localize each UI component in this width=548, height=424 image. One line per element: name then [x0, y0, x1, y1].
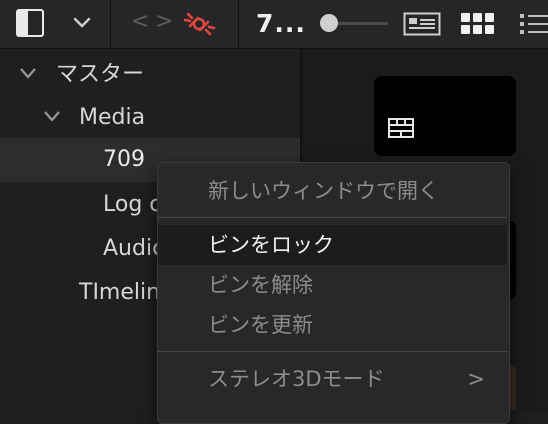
- clip-thumbnail[interactable]: [374, 76, 516, 156]
- menu-separator: [158, 217, 507, 218]
- tree-item-label: TImelin: [79, 280, 161, 305]
- menu-item-unlock-bin[interactable]: ビンを解除: [158, 265, 507, 305]
- context-menu: 新しいウィンドウで開く ビンをロック ビンを解除 ビンを更新 ステレオ3Dモード…: [157, 162, 510, 424]
- tree-item-label: Log c: [103, 192, 162, 217]
- menu-item-label: ビンをロック: [208, 233, 334, 257]
- tree-item-label: 709: [103, 147, 145, 172]
- viewer-icon[interactable]: [403, 12, 441, 36]
- menu-item-open-in-new-window[interactable]: 新しいウィンドウで開く: [158, 171, 507, 211]
- tree-item-master[interactable]: マスター: [0, 53, 300, 97]
- toolbar: < > 7...: [0, 0, 548, 49]
- zoom-slider-thumb[interactable]: [319, 14, 338, 32]
- chevron-right-icon: >: [467, 367, 485, 391]
- menu-item-lock-bin[interactable]: ビンをロック: [158, 225, 507, 265]
- clip-name-title: 7...: [256, 9, 306, 38]
- nav-forward-button[interactable]: >: [155, 9, 173, 34]
- sidebar-toggle-icon[interactable]: [16, 9, 44, 37]
- menu-item-label: ビンを更新: [208, 313, 313, 337]
- tree-item-media[interactable]: Media: [0, 96, 300, 140]
- toolbar-divider: [238, 0, 239, 48]
- nav-back-button[interactable]: <: [131, 9, 149, 34]
- grid-view-icon[interactable]: [460, 12, 496, 36]
- menu-item-label: ステレオ3Dモード: [208, 367, 385, 391]
- tree-item-label: Media: [79, 105, 146, 130]
- chevron-down-icon[interactable]: [18, 66, 38, 82]
- tree-item-label: マスター: [56, 62, 145, 87]
- list-view-icon[interactable]: [518, 12, 548, 36]
- menu-item-label: 新しいウィンドウで開く: [208, 179, 439, 203]
- toolbar-divider: [110, 0, 111, 48]
- unlink-icon[interactable]: [181, 8, 221, 40]
- clip-icon: [388, 118, 414, 138]
- menu-separator: [158, 351, 507, 352]
- menu-item-label: ビンを解除: [208, 273, 313, 297]
- menu-item-refresh-bin[interactable]: ビンを更新: [158, 305, 507, 345]
- chevron-down-icon[interactable]: [72, 15, 92, 31]
- chevron-down-icon[interactable]: [42, 109, 62, 125]
- menu-item-stereo-3d-mode[interactable]: ステレオ3Dモード >: [158, 359, 507, 399]
- tree-item-label: Audic: [103, 236, 165, 261]
